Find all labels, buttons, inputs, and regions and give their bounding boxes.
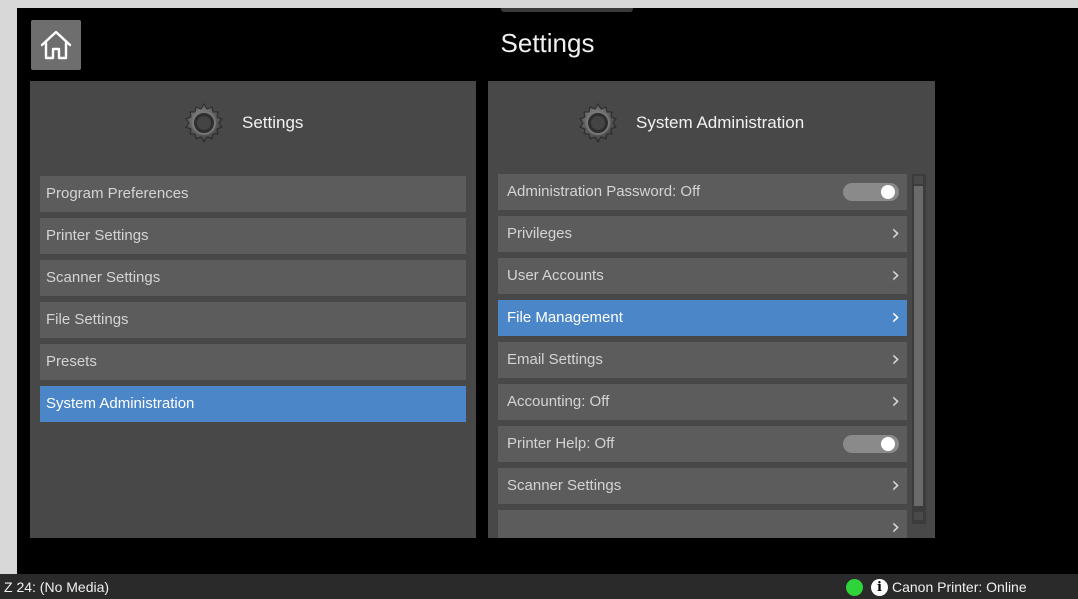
scrollbar[interactable] (912, 174, 926, 524)
media-status: Z 24: (No Media) (4, 579, 110, 595)
settings-panel-title: Settings (242, 113, 304, 132)
status-bar: Z 24: (No Media) i Canon Printer: Online (0, 574, 1078, 599)
toggle-knob (881, 185, 895, 199)
settings-item-printer-settings[interactable]: Printer Settings (40, 218, 466, 254)
admin-item-label: File Management (507, 309, 623, 326)
settings-panel-header: Settings (30, 81, 476, 167)
settings-item-program-preferences[interactable]: Program Preferences (40, 176, 466, 212)
admin-item-administration-password-off[interactable]: Administration Password: Off (498, 174, 907, 210)
settings-panel: Settings Program Preferences Printer Sett… (30, 81, 476, 538)
system-administration-header: System Administration (488, 81, 935, 167)
settings-item-presets[interactable]: Presets (40, 344, 466, 380)
settings-item-scanner-settings[interactable]: Scanner Settings (40, 260, 466, 296)
admin-item-printer-help-off[interactable]: Printer Help: Off (498, 426, 907, 462)
admin-item-file-management[interactable]: File Management › (498, 300, 907, 336)
system-administration-list: Administration Password: Off Privileges › U… (498, 174, 907, 538)
admin-item-label: Scanner Settings (507, 477, 622, 494)
gear-icon (185, 103, 223, 143)
admin-item-label: Privileges (507, 225, 573, 242)
admin-item-user-accounts[interactable]: User Accounts › (498, 258, 907, 294)
online-status-icon (846, 579, 863, 596)
toggle-switch[interactable] (843, 435, 899, 453)
admin-item-email-settings[interactable]: Email Settings › (498, 342, 907, 378)
chevron-right-icon: › (891, 305, 900, 330)
chevron-right-icon: › (891, 389, 900, 414)
settings-item-file-settings[interactable]: File Settings (40, 302, 466, 338)
admin-item-label: User Accounts (507, 267, 604, 284)
chevron-right-icon: › (891, 221, 900, 246)
scroll-down-arrow[interactable] (914, 512, 923, 520)
top-handle (501, 8, 633, 12)
admin-item-partial[interactable]: › (498, 510, 907, 538)
toggle-knob (881, 437, 895, 451)
admin-item-scanner-settings[interactable]: Scanner Settings › (498, 468, 907, 504)
admin-item-label: Email Settings (507, 351, 603, 368)
admin-item-label: Administration Password: Off (507, 183, 701, 200)
page-title: Settings (500, 28, 595, 58)
admin-item-label: Accounting: Off (507, 393, 610, 410)
app-screen: Settings Settings Program Preferences Pri… (17, 8, 1078, 574)
system-administration-title: System Administration (636, 113, 805, 132)
chevron-right-icon: › (891, 473, 900, 498)
gear-icon (579, 103, 617, 143)
scroll-up-arrow[interactable] (914, 176, 923, 184)
scrollbar-thumb[interactable] (914, 186, 923, 506)
chevron-right-icon: › (891, 347, 900, 372)
admin-item-accounting-off[interactable]: Accounting: Off › (498, 384, 907, 420)
system-administration-panel: System Administration Administration Pas… (488, 81, 935, 538)
chevron-right-icon: › (891, 263, 900, 288)
admin-item-privileges[interactable]: Privileges › (498, 216, 907, 252)
printer-status: Canon Printer: Online (892, 579, 1027, 595)
admin-item-label: Printer Help: Off (507, 435, 615, 452)
system-administration-list-viewport: Administration Password: Off Privileges › U… (498, 174, 927, 538)
settings-list: Program Preferences Printer Settings Scann… (40, 176, 466, 428)
info-icon[interactable]: i (871, 579, 888, 596)
toggle-switch[interactable] (843, 183, 899, 201)
chevron-right-icon: › (891, 515, 900, 538)
settings-item-system-administration[interactable]: System Administration (40, 386, 466, 422)
